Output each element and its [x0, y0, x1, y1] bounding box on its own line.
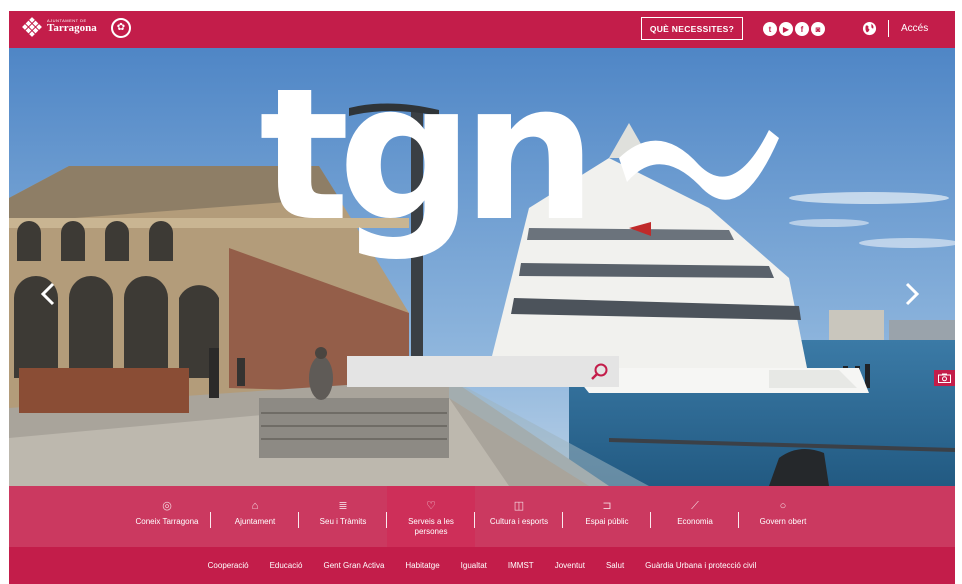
- instagram-icon[interactable]: ◙: [811, 22, 825, 36]
- nav-item-serveis-a-les-persones[interactable]: ♡ Serveis a les persones: [387, 486, 475, 547]
- nav-item-economia[interactable]: ⟋ Economia: [651, 486, 739, 547]
- logo-name: Tarragona: [47, 22, 97, 34]
- street-icon: ⊐: [602, 500, 612, 512]
- need-button[interactable]: QUÈ NECESSITES?: [641, 17, 743, 40]
- nav-item-govern-obert[interactable]: ○ Govern obert: [739, 486, 827, 547]
- facebook-icon[interactable]: f: [795, 22, 809, 36]
- nav-item-label: Ajuntament: [234, 517, 276, 526]
- nav-item-label: Economia: [677, 517, 713, 526]
- nav-item-ajuntament[interactable]: ⌂ Ajuntament: [211, 486, 299, 547]
- secondary-links: Cooperació Educació Gent Gran Activa Hab…: [9, 547, 955, 584]
- top-bar: AJUNTAMENT DE Tarragona ✿ QUÈ NECESSITES…: [9, 11, 955, 48]
- language-globe-icon[interactable]: [862, 21, 877, 36]
- nav-item-cultura-i-esports[interactable]: ◫ Cultura i esports: [475, 486, 563, 547]
- login-link[interactable]: Accés: [901, 23, 928, 34]
- circle-icon: ○: [779, 500, 787, 512]
- tgn-logo: tgn: [259, 90, 779, 263]
- nav-item-label: Govern obert: [759, 517, 807, 526]
- link-guardia-urbana[interactable]: Guàrdia Urbana i protecció civil: [645, 561, 756, 570]
- nav-item-label: Seu i Tràmits: [319, 517, 367, 526]
- heart-icon: ♡: [426, 500, 436, 512]
- search-input[interactable]: [347, 356, 583, 387]
- link-educacio[interactable]: Educació: [270, 561, 303, 570]
- link-salut[interactable]: Salut: [606, 561, 624, 570]
- logo-mark-icon: [22, 16, 42, 37]
- nav-item-espai-public[interactable]: ⊐ Espai públic: [563, 486, 651, 547]
- link-immst[interactable]: IMMST: [508, 561, 534, 570]
- social-links: t ▶ f ◙: [763, 22, 825, 36]
- list-icon: ≣: [338, 500, 348, 512]
- tgn-logo-text: tgn: [259, 90, 585, 263]
- search-box: [347, 356, 619, 387]
- link-joventut[interactable]: Joventut: [555, 561, 585, 570]
- page-frame: AJUNTAMENT DE Tarragona ✿ QUÈ NECESSITES…: [9, 11, 955, 584]
- chevron-left-icon[interactable]: [37, 280, 59, 308]
- chevron-right-icon[interactable]: [901, 280, 923, 308]
- link-gent-gran-activa[interactable]: Gent Gran Activa: [323, 561, 384, 570]
- nav-item-label: Espai públic: [585, 517, 629, 526]
- heritage-seal-icon[interactable]: ✿: [111, 18, 131, 38]
- link-habitatge[interactable]: Habitatge: [405, 561, 439, 570]
- nav-item-label: Cultura i esports: [489, 517, 549, 526]
- search-icon[interactable]: [589, 362, 609, 382]
- nav-item-label: Coneix Tarragona: [135, 517, 199, 526]
- eye-icon: ◎: [162, 500, 172, 512]
- nav-item-seu-i-tramits[interactable]: ≣ Seu i Tràmits: [299, 486, 387, 547]
- main-navigation: ◎ Coneix Tarragona ⌂ Ajuntament ≣ Seu i …: [9, 486, 955, 547]
- link-cooperacio[interactable]: Cooperació: [208, 561, 249, 570]
- twitter-icon[interactable]: t: [763, 22, 777, 36]
- nav-item-coneix-tarragona[interactable]: ◎ Coneix Tarragona: [123, 486, 211, 547]
- hero-banner: tgn: [9, 48, 955, 486]
- trend-icon: ⟋: [691, 500, 699, 512]
- nav-item-label: Serveis a les persones: [408, 517, 454, 536]
- link-igualtat[interactable]: Igualtat: [461, 561, 487, 570]
- youtube-icon[interactable]: ▶: [779, 22, 793, 36]
- building-icon: ⌂: [251, 500, 259, 512]
- ajuntament-logo[interactable]: AJUNTAMENT DE Tarragona: [22, 16, 97, 37]
- book-icon: ◫: [513, 500, 525, 512]
- topbar-divider: [888, 20, 889, 37]
- camera-icon[interactable]: [934, 370, 955, 386]
